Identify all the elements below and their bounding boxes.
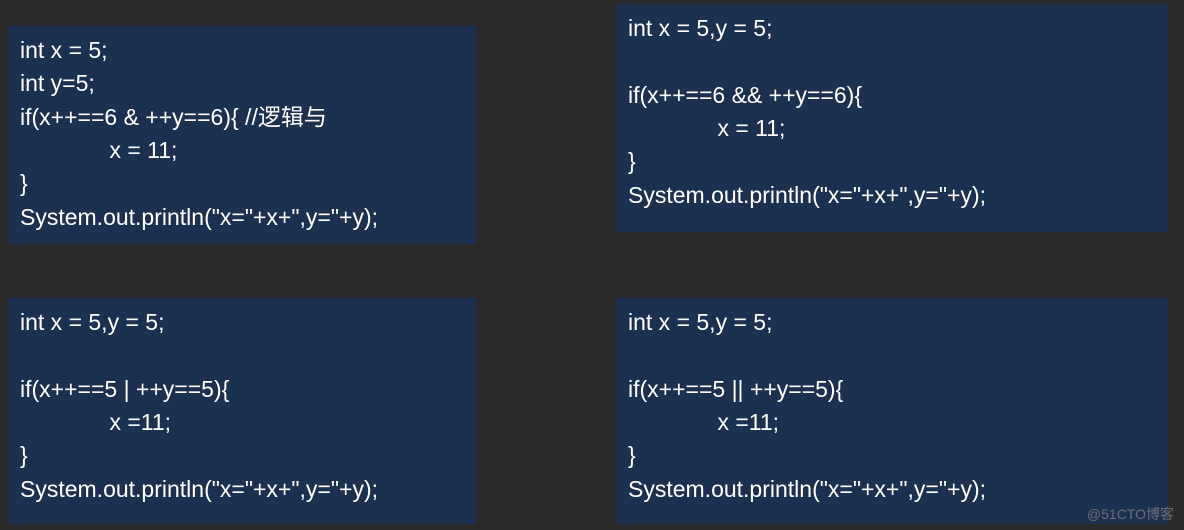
code-block-top-right: int x = 5,y = 5; if(x++==6 && ++y==6){ x… xyxy=(616,4,1168,232)
code-block-bottom-left: int x = 5,y = 5; if(x++==5 | ++y==5){ x … xyxy=(8,298,476,524)
watermark: @51CTO博客 xyxy=(1087,504,1174,524)
code-block-top-left: int x = 5; int y=5; if(x++==6 & ++y==6){… xyxy=(8,26,476,244)
code-block-bottom-right: int x = 5,y = 5; if(x++==5 || ++y==5){ x… xyxy=(616,298,1168,524)
